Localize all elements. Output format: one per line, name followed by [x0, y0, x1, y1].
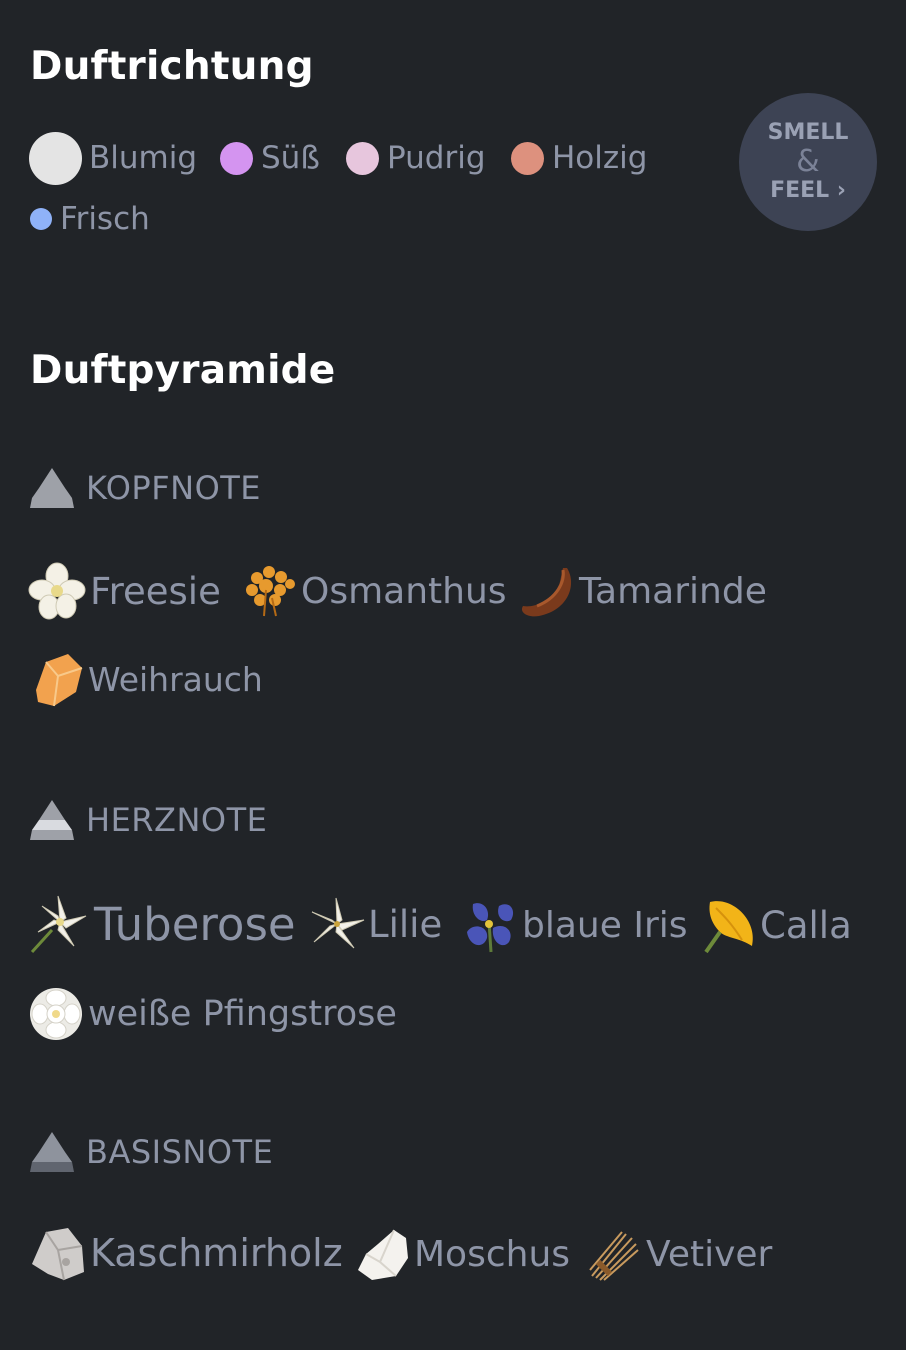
- tier-head-basisnote: BASISNOTE: [30, 1130, 273, 1174]
- musk-icon: [358, 1229, 408, 1280]
- legend-label: Blumig: [89, 140, 198, 176]
- legend-item-blumig: Blumig: [29, 131, 197, 185]
- note-label: Weihrauch: [88, 659, 263, 699]
- legend-label: Frisch: [60, 201, 150, 237]
- peony-icon: [30, 988, 82, 1040]
- smell-label: SMELL: [767, 120, 849, 145]
- note-weihrauch: Weihrauch: [28, 650, 263, 708]
- suess-dot: [220, 141, 253, 175]
- cashmere-wood-icon: [32, 1228, 84, 1281]
- note-weisse-pfingstrose: weiße Pfingstrose: [28, 986, 397, 1042]
- note-kaschmirholz: Kaschmirholz: [28, 1224, 343, 1282]
- pyramid-base-icon: [30, 1132, 74, 1172]
- note-label: Calla: [760, 903, 852, 947]
- pudrig-dot: [346, 141, 379, 175]
- ampersand: &: [796, 144, 820, 179]
- legend-label: Süß: [261, 140, 320, 176]
- note-label: Freesie: [90, 569, 221, 613]
- note-label: blaue Iris: [522, 904, 688, 946]
- freesia-icon: [28, 562, 86, 620]
- tier-head-kopfnote: KOPFNOTE: [30, 466, 261, 510]
- tier-label: BASISNOTE: [86, 1133, 274, 1171]
- note-freesie: Freesie: [28, 562, 221, 620]
- legend-label: Pudrig: [387, 140, 486, 176]
- frankincense-icon: [36, 654, 83, 707]
- pyramid-title: Duftpyramide: [30, 348, 336, 393]
- smell-feel-button[interactable]: SMELL & FEEL ›: [739, 93, 877, 231]
- note-label: Kaschmirholz: [90, 1231, 343, 1275]
- note-label: Tuberose: [94, 897, 296, 951]
- chevron-right-icon: ›: [836, 178, 846, 203]
- frisch-dot: [30, 208, 52, 230]
- blumig-dot: [29, 131, 82, 185]
- tuberose-icon: [30, 895, 87, 954]
- osmanthus-icon: [246, 566, 295, 617]
- feel-label: FEEL ›: [770, 178, 846, 203]
- note-osmanthus: Osmanthus: [242, 562, 507, 620]
- note-moschus: Moschus: [354, 1226, 570, 1282]
- note-label: Osmanthus: [301, 570, 507, 612]
- tier-head-herznote: HERZNOTE: [30, 798, 267, 842]
- note-label: Moschus: [414, 1233, 571, 1275]
- note-label: weiße Pfingstrose: [88, 994, 397, 1034]
- legend-item-pudrig: Pudrig: [346, 140, 486, 176]
- vetiver-icon: [589, 1231, 639, 1281]
- note-calla: Calla: [702, 896, 852, 954]
- iris-icon: [467, 903, 514, 953]
- note-label: Lilie: [368, 902, 443, 946]
- legend-item-holzig: Holzig: [511, 140, 648, 176]
- pyramid-top-icon: [30, 468, 74, 508]
- note-vetiver: Vetiver: [586, 1226, 772, 1282]
- note-lilie: Lilie: [308, 896, 442, 952]
- note-blaue-iris: blaue Iris: [463, 896, 688, 954]
- calla-icon: [704, 901, 753, 954]
- legend-item-suess: Süß: [220, 140, 320, 176]
- note-tuberose: Tuberose: [28, 892, 296, 956]
- tier-label: KOPFNOTE: [86, 469, 262, 507]
- tamarind-icon: [521, 568, 572, 617]
- note-label: Vetiver: [646, 1233, 773, 1275]
- note-tamarinde: Tamarinde: [519, 562, 767, 620]
- holzig-dot: [511, 141, 544, 175]
- note-label: Tamarinde: [579, 570, 767, 612]
- tier-label: HERZNOTE: [86, 801, 268, 839]
- lily-icon: [311, 897, 365, 949]
- legend-label: Holzig: [552, 140, 648, 176]
- pyramid-middle-icon: [30, 800, 74, 840]
- legend-item-frisch: Frisch: [30, 201, 150, 237]
- direction-title: Duftrichtung: [30, 44, 314, 89]
